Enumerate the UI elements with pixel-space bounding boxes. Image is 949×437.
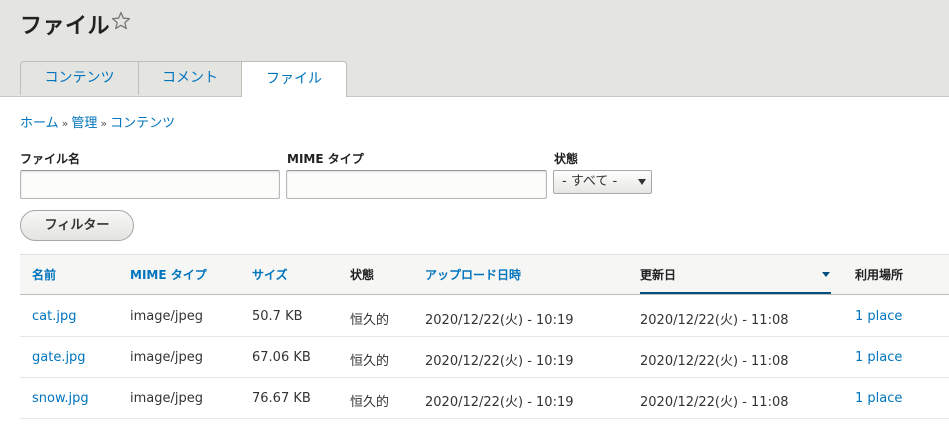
table-row: gate.jpg image/jpeg 67.06 KB 恒久的 2020/12/22(… [20,337,949,378]
tab-comments[interactable]: コメント [138,61,242,95]
usage-link[interactable]: 1 place [855,391,902,406]
status-cell: 恒久的 [350,395,390,410]
tab-content[interactable]: コンテンツ [20,61,139,95]
uploaded-cell: 2020/12/22(火) - 10:19 [425,395,574,410]
changed-cell: 2020/12/22(火) - 11:08 [640,313,789,328]
status-select[interactable]: - すべて - [553,170,652,194]
filter-button[interactable]: フィルター [20,210,134,241]
caret-down-icon [638,179,646,185]
breadcrumb: ホーム» 管理» コンテンツ [20,112,175,131]
uploaded-cell: 2020/12/22(火) - 10:19 [425,313,574,328]
usage-link[interactable]: 1 place [855,309,902,324]
breadcrumb-admin[interactable]: 管理 [71,116,97,131]
filename-input[interactable] [20,170,280,199]
column-changed[interactable]: 更新日 [640,266,676,283]
status-select-value: - すべて - [562,174,618,189]
table-row: snow.jpg image/jpeg 76.67 KB 恒久的 2020/12/22(… [20,378,949,419]
page-header: ファイル コンテンツ コメント ファイル [0,0,949,97]
mime-type-cell: image/jpeg [130,391,203,406]
size-cell: 67.06 KB [252,350,311,365]
sort-desc-icon [822,272,830,277]
column-name[interactable]: 名前 [32,266,56,283]
column-usage: 利用場所 [855,268,904,282]
breadcrumb-home[interactable]: ホーム [20,116,59,131]
column-size[interactable]: サイズ [252,266,288,283]
mime-type-label: MIME タイプ [287,152,364,166]
changed-cell: 2020/12/22(火) - 11:08 [640,395,789,410]
file-name-link[interactable]: cat.jpg [32,309,76,324]
column-mime-type[interactable]: MIME タイプ [130,266,207,283]
primary-tabs: コンテンツ コメント ファイル [20,61,347,97]
status-label: 状態 [554,152,579,166]
page-title: ファイル [20,14,111,39]
column-uploaded[interactable]: アップロード日時 [425,266,521,283]
status-cell: 恒久的 [350,354,390,369]
mime-type-cell: image/jpeg [130,309,203,324]
breadcrumb-separator: » [61,117,69,130]
size-cell: 50.7 KB [252,309,303,324]
mime-type-cell: image/jpeg [130,350,203,365]
mime-type-input[interactable] [286,170,547,199]
uploaded-cell: 2020/12/22(火) - 10:19 [425,354,574,369]
breadcrumb-content[interactable]: コンテンツ [110,116,175,131]
changed-cell: 2020/12/22(火) - 11:08 [640,354,789,369]
usage-link[interactable]: 1 place [855,350,902,365]
status-cell: 恒久的 [350,313,390,328]
tab-files[interactable]: ファイル [241,61,347,97]
table-row: cat.jpg image/jpeg 50.7 KB 恒久的 2020/12/22(火)… [20,296,949,337]
active-sort-indicator [640,292,831,294]
column-status: 状態 [350,268,375,282]
star-icon[interactable] [111,11,131,31]
filename-label: ファイル名 [20,152,81,166]
file-name-link[interactable]: gate.jpg [32,350,86,365]
breadcrumb-separator: » [100,117,108,130]
size-cell: 76.67 KB [252,391,311,406]
file-name-link[interactable]: snow.jpg [32,391,89,406]
